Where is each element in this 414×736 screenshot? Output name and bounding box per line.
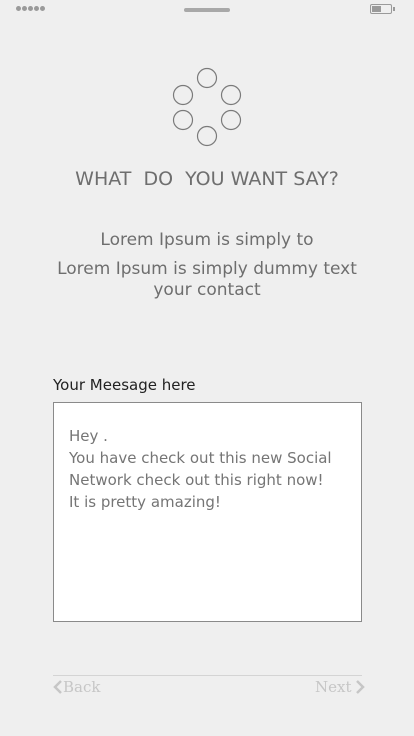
back-label: Back <box>63 678 101 696</box>
chevron-right-icon <box>355 680 365 694</box>
message-label: Your Meesage here <box>53 376 196 394</box>
chevron-left-icon <box>53 680 62 694</box>
intro-line-1: Lorem Ipsum is simply to <box>100 230 314 250</box>
footer-divider <box>53 675 362 676</box>
battery-icon <box>370 4 395 14</box>
page-title: WHAT DO YOU WANT SAY? <box>75 168 339 190</box>
intro-line-2: Lorem Ipsum is simply dummy text your co… <box>57 259 357 300</box>
status-bar <box>0 0 414 20</box>
signal-strength-icon <box>16 6 45 11</box>
next-label: Next <box>315 678 352 696</box>
loader-icon <box>172 67 242 147</box>
notch-indicator <box>184 8 230 12</box>
next-button[interactable]: Next <box>315 677 365 697</box>
back-button[interactable]: Back <box>53 677 100 697</box>
message-textarea[interactable] <box>53 402 362 622</box>
